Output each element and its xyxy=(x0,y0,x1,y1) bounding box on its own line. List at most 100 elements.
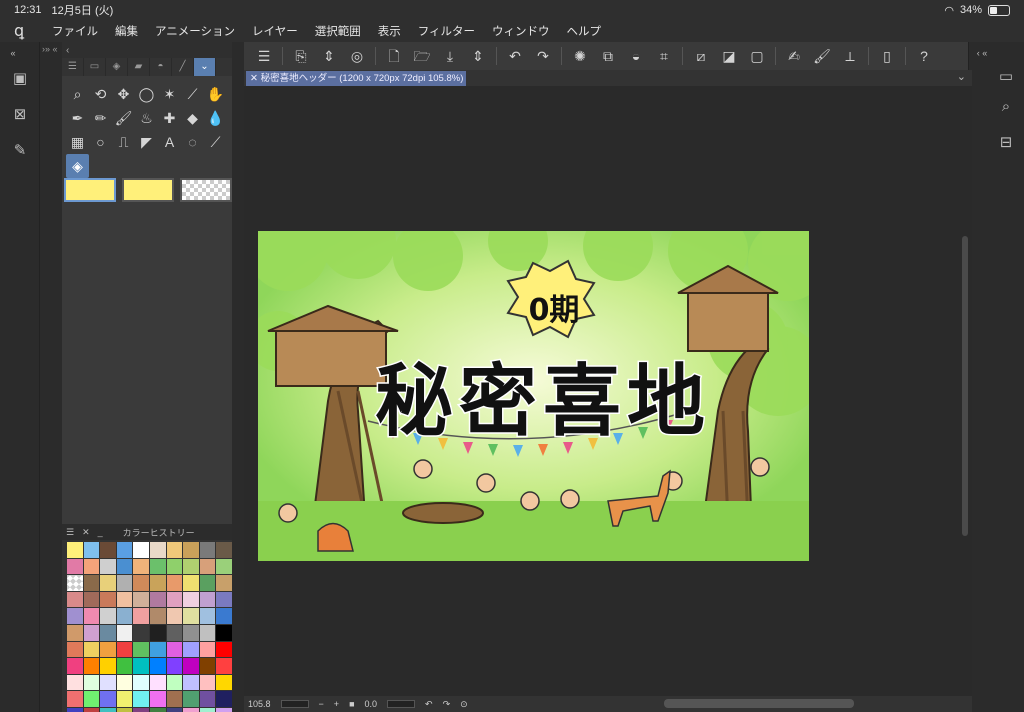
color-history-swatch[interactable] xyxy=(149,691,166,707)
brush-edit-icon[interactable]: 🖌 xyxy=(808,43,836,69)
color-history-swatch[interactable] xyxy=(133,658,149,674)
color-history-swatch[interactable] xyxy=(149,674,166,691)
color-history-swatch[interactable] xyxy=(183,558,199,575)
color-history-swatch[interactable] xyxy=(216,691,232,707)
rotate-right-icon[interactable]: ↷ xyxy=(443,699,451,710)
decoration-icon[interactable]: ✚ xyxy=(158,106,181,130)
color-history-swatch[interactable] xyxy=(199,575,216,591)
color-history-swatch[interactable] xyxy=(83,624,100,641)
color-history-swatch[interactable] xyxy=(166,558,183,575)
menu-selection[interactable]: 選択範囲 xyxy=(315,23,361,39)
color-history-swatch[interactable] xyxy=(216,707,232,712)
color-history-swatch[interactable] xyxy=(183,674,199,691)
color-history-swatch[interactable] xyxy=(100,658,116,674)
menu-layer[interactable]: レイヤー xyxy=(252,23,298,39)
transform-icon[interactable]: ⌗ xyxy=(650,43,678,69)
color-history-swatch[interactable] xyxy=(216,624,232,641)
color-history-swatch[interactable] xyxy=(116,674,133,691)
zoom-value[interactable]: 105.8 xyxy=(248,699,271,709)
angle-value[interactable]: 0.0 xyxy=(365,699,378,709)
lasso-icon[interactable]: ◯ xyxy=(135,82,158,106)
color-history-swatch[interactable] xyxy=(166,591,183,608)
tab-pen-icon[interactable]: ╱ xyxy=(172,58,194,76)
menu-animation[interactable]: アニメーション xyxy=(155,23,235,39)
pen-edit-icon[interactable]: ✍ xyxy=(780,43,808,69)
balloon-icon[interactable]: ◌ xyxy=(181,130,204,154)
color-history-swatch[interactable] xyxy=(133,575,149,591)
color-history-swatch[interactable] xyxy=(199,542,216,558)
color-history-swatch[interactable] xyxy=(83,542,100,558)
color-history-swatch[interactable] xyxy=(116,658,133,674)
color-history-swatch[interactable] xyxy=(116,575,133,591)
zoom-out-icon[interactable]: − xyxy=(319,699,324,709)
brush-size-icon[interactable]: ✎ xyxy=(11,142,29,160)
layer-panel-icon[interactable]: ▭ xyxy=(997,68,1015,86)
menu-icon[interactable]: ☰ xyxy=(66,527,74,538)
hand-icon[interactable]: ✋ xyxy=(204,82,227,106)
color-history-swatch[interactable] xyxy=(116,707,133,712)
tab-fill-icon[interactable]: ◓ xyxy=(150,58,172,76)
zoom-in-icon[interactable]: + xyxy=(334,699,339,709)
color-history-swatch[interactable] xyxy=(133,707,149,712)
fill-icon[interactable]: ◈ xyxy=(66,154,89,178)
material-icon[interactable]: ⊟ xyxy=(997,134,1015,152)
color-history-swatch[interactable] xyxy=(133,624,149,641)
color-history-swatch[interactable] xyxy=(100,674,116,691)
color-history-swatch[interactable] xyxy=(166,641,183,658)
menu-file[interactable]: ファイル xyxy=(52,23,98,39)
color-history-swatch[interactable] xyxy=(199,591,216,608)
new-icon[interactable]: ⎘ xyxy=(287,43,315,69)
color-history-swatch[interactable] xyxy=(83,591,100,608)
close-panel-icon[interactable]: ⊠ xyxy=(11,106,29,124)
airbrush-icon[interactable]: ♨ xyxy=(135,106,158,130)
color-history-swatch[interactable] xyxy=(199,641,216,658)
color-history-swatch[interactable] xyxy=(100,641,116,658)
angle-slider[interactable] xyxy=(387,700,416,708)
sub-color-swatch[interactable] xyxy=(122,178,174,202)
color-history-swatch[interactable] xyxy=(100,691,116,707)
close-icon[interactable]: ✕ xyxy=(82,527,90,538)
color-history-swatch[interactable] xyxy=(100,558,116,575)
color-history-swatch[interactable] xyxy=(166,674,183,691)
color-history-swatch[interactable] xyxy=(100,707,116,712)
menu-view[interactable]: 表示 xyxy=(378,23,401,39)
color-history-swatch[interactable] xyxy=(199,691,216,707)
menu-help[interactable]: ヘルプ xyxy=(566,23,601,39)
color-history-swatch[interactable] xyxy=(100,575,116,591)
color-history-swatch[interactable] xyxy=(67,558,83,575)
color-history-swatch[interactable] xyxy=(199,558,216,575)
color-history-swatch[interactable] xyxy=(116,624,133,641)
menu-filter[interactable]: フィルター xyxy=(418,23,475,39)
color-history-swatch[interactable] xyxy=(83,575,100,591)
expand-right-icon[interactable]: ‹ « xyxy=(973,44,991,62)
app-logo-icon[interactable]: ꝗ xyxy=(14,21,36,41)
color-history-swatch[interactable] xyxy=(133,641,149,658)
gradient-icon[interactable]: ▦ xyxy=(66,130,89,154)
main-color-swatch[interactable] xyxy=(64,178,116,202)
correction-icon[interactable]: ⟋ xyxy=(204,130,227,154)
color-history-swatch[interactable] xyxy=(183,591,199,608)
color-history-swatch[interactable] xyxy=(149,575,166,591)
color-history-swatch[interactable] xyxy=(166,575,183,591)
navigator-icon[interactable]: ⌕ xyxy=(997,98,1015,116)
document-tab[interactable]: ✕ 秘密喜地ヘッダー (1200 x 720px 72dpi 105.8%) xyxy=(246,71,466,86)
color-history-swatch[interactable] xyxy=(199,624,216,641)
horizontal-scrollbar[interactable] xyxy=(664,699,854,708)
color-history-swatch[interactable] xyxy=(133,691,149,707)
eyedropper-icon[interactable]: ⟋ xyxy=(181,82,204,106)
artwork-canvas[interactable]: 0期 秘密喜地 xyxy=(258,231,809,561)
text-icon[interactable]: A xyxy=(158,130,181,154)
rotate-left-icon[interactable]: ↶ xyxy=(425,699,433,710)
save-icon[interactable]: ⤓ xyxy=(436,43,464,69)
color-history-swatch[interactable] xyxy=(83,707,100,712)
color-history-swatch[interactable] xyxy=(166,608,183,624)
auto-select-icon[interactable]: ✶ xyxy=(158,82,181,106)
color-history-swatch[interactable] xyxy=(100,542,116,558)
color-history-swatch[interactable] xyxy=(199,674,216,691)
redo-icon[interactable]: ↷ xyxy=(529,43,557,69)
color-history-swatch[interactable] xyxy=(116,608,133,624)
color-history-swatch[interactable] xyxy=(183,641,199,658)
color-history-swatch[interactable] xyxy=(199,658,216,674)
fit-icon[interactable]: ■ xyxy=(349,699,354,709)
canvas-area[interactable]: 0期 秘密喜地 xyxy=(244,86,972,696)
